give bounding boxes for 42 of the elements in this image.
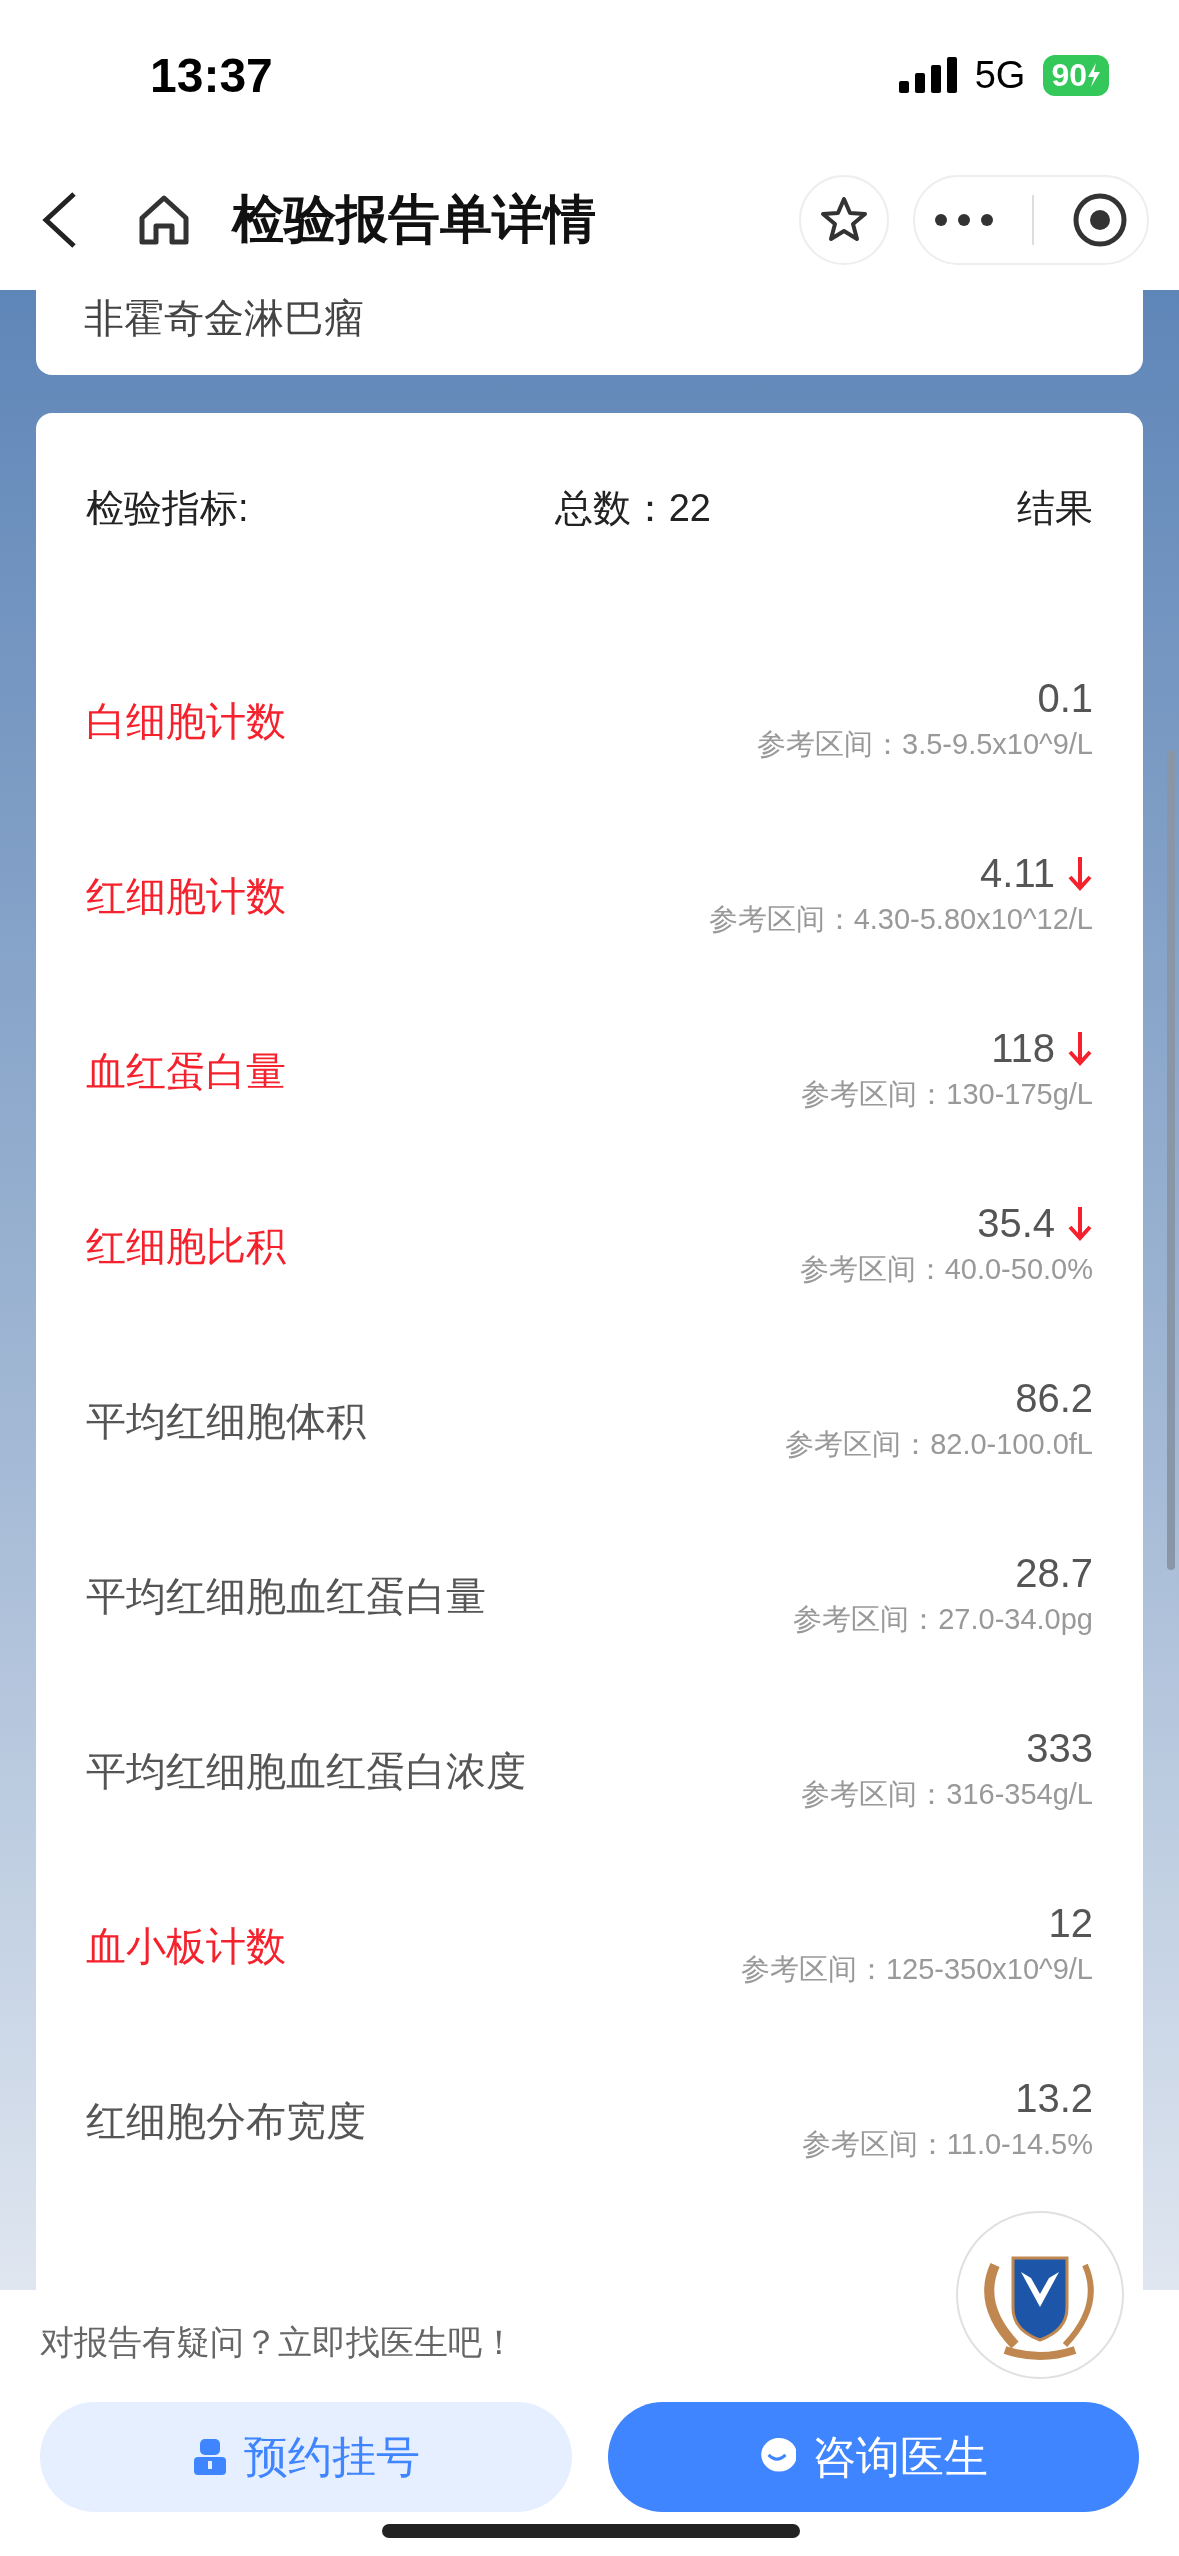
result-value: 35.4 bbox=[977, 1200, 1055, 1246]
result-value: 86.2 bbox=[1015, 1375, 1093, 1421]
result-value: 118 bbox=[991, 1025, 1055, 1071]
diagnosis-text: 非霍奇金淋巴瘤 bbox=[84, 295, 364, 342]
reference-range: 参考区间：316-354g/L bbox=[801, 1776, 1093, 1812]
total-count: 总数：22 bbox=[554, 486, 711, 531]
reference-range: 参考区间：40.0-50.0% bbox=[799, 1251, 1093, 1287]
indicator-name: 血小板计数 bbox=[86, 1923, 286, 1970]
indicator-name: 血红蛋白量 bbox=[86, 1048, 286, 1095]
reference-range: 参考区间：3.5-9.5x10^9/L bbox=[757, 726, 1093, 762]
reference-range: 参考区间：11.0-14.5% bbox=[801, 2126, 1093, 2162]
signal-icon bbox=[898, 57, 957, 93]
close-icon[interactable] bbox=[1072, 192, 1128, 248]
indicator-name: 红细胞比积 bbox=[86, 1223, 286, 1270]
result-value: 333 bbox=[1026, 1725, 1093, 1771]
indicator-name: 红细胞计数 bbox=[86, 873, 286, 920]
reference-range: 参考区间：130-175g/L bbox=[801, 1076, 1093, 1112]
battery-indicator: 90 bbox=[1043, 54, 1109, 96]
page-title: 检验报告单详情 bbox=[232, 189, 597, 250]
reference-range: 参考区间：27.0-34.0pg bbox=[793, 1601, 1093, 1637]
indicator-name: 红细胞分布宽度 bbox=[86, 2098, 366, 2145]
result-value: 0.1 bbox=[1037, 675, 1093, 721]
help-prompt: 对报告有疑问？立即找医生吧！ bbox=[40, 2322, 517, 2363]
indicator-name: 平均红细胞体积 bbox=[86, 1398, 366, 1445]
result-value: 4.11 bbox=[980, 850, 1055, 896]
reference-range: 参考区间：82.0-100.0fL bbox=[785, 1426, 1093, 1462]
indicator-name: 白细胞计数 bbox=[86, 698, 286, 745]
indicator-header: 检验指标: bbox=[86, 486, 249, 531]
reference-range: 参考区间：4.30-5.80x10^12/L bbox=[708, 901, 1093, 937]
result-header: 结果 bbox=[1017, 486, 1093, 531]
reference-range: 参考区间：125-350x10^9/L bbox=[740, 1951, 1093, 1987]
consult-button[interactable]: 咨询医生 bbox=[607, 2402, 1139, 2512]
indicator-name: 平均红细胞血红蛋白量 bbox=[86, 1573, 486, 1620]
result-value: 13.2 bbox=[1015, 2075, 1093, 2121]
status-time: 13:37 bbox=[150, 47, 273, 103]
network-label: 5G bbox=[974, 53, 1026, 97]
doctor-icon bbox=[191, 2437, 228, 2477]
appointment-button[interactable]: 预约挂号 bbox=[40, 2402, 572, 2512]
indicator-name: 平均红细胞血红蛋白浓度 bbox=[86, 1748, 526, 1795]
result-value: 28.7 bbox=[1015, 1550, 1093, 1596]
more-icon[interactable] bbox=[934, 213, 994, 227]
result-value: 12 bbox=[1048, 1900, 1093, 1946]
